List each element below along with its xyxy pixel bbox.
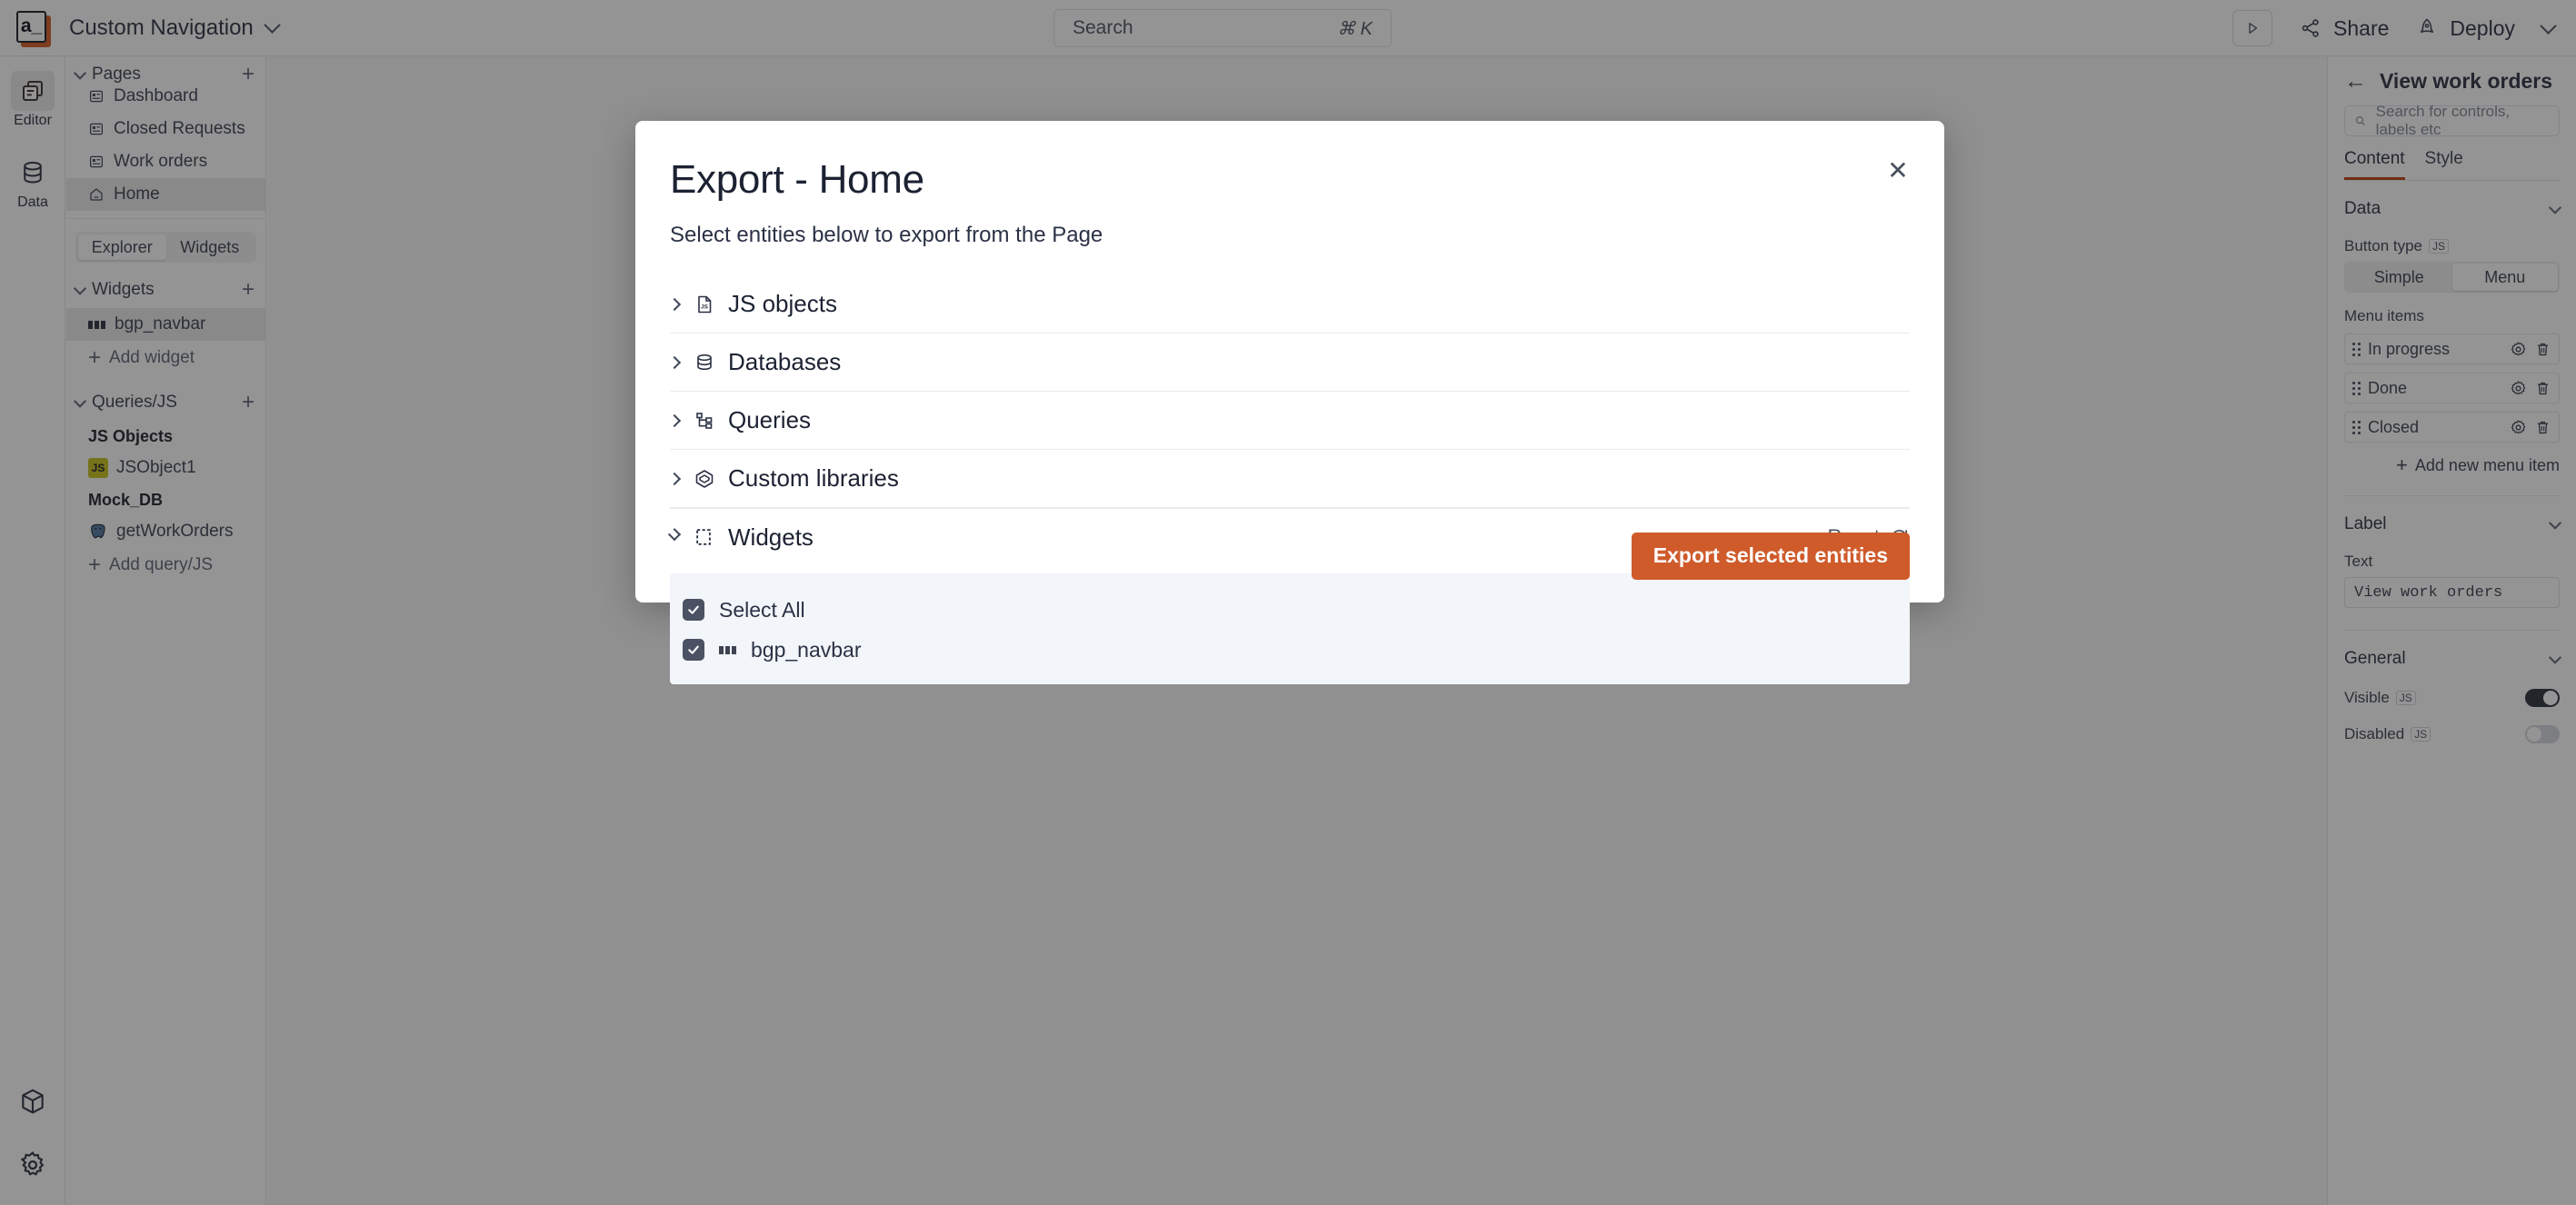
widget-row-bgp-navbar-label: bgp_navbar: [751, 638, 862, 662]
navbar-icon: [719, 646, 736, 654]
widget-checkbox[interactable]: [683, 639, 704, 661]
export-section-custom-libraries-label: Custom libraries: [728, 464, 899, 493]
export-selected-entities-button[interactable]: Export selected entities: [1632, 533, 1910, 580]
export-modal-title: Export - Home: [670, 157, 1910, 203]
svg-text:JS: JS: [701, 304, 709, 310]
close-icon[interactable]: ✕: [1882, 155, 1913, 186]
library-cube-icon: [694, 468, 728, 490]
export-section-databases-label: Databases: [728, 348, 841, 376]
export-modal-subtitle: Select entities below to export from the…: [670, 223, 1910, 248]
database-icon: [694, 352, 728, 373]
js-file-icon: JS: [694, 294, 728, 315]
export-section-queries[interactable]: Queries: [670, 392, 1910, 450]
export-section-custom-libraries[interactable]: Custom libraries: [670, 450, 1910, 508]
export-section-js-objects[interactable]: JS JS objects: [670, 275, 1910, 334]
query-tree-icon: [694, 410, 728, 432]
export-section-js-objects-label: JS objects: [728, 290, 837, 318]
export-section-queries-label: Queries: [728, 406, 811, 434]
chevron-right-icon: [670, 358, 694, 367]
widget-row-bgp-navbar[interactable]: bgp_navbar: [670, 630, 1910, 670]
export-modal-footer: Export selected entities: [670, 508, 1910, 602]
chevron-right-icon: [670, 416, 694, 425]
export-section-databases[interactable]: Databases: [670, 334, 1910, 392]
chevron-right-icon: [670, 300, 694, 309]
chevron-right-icon: [670, 474, 694, 483]
export-modal: Export - Home ✕ Select entities below to…: [635, 121, 1944, 602]
